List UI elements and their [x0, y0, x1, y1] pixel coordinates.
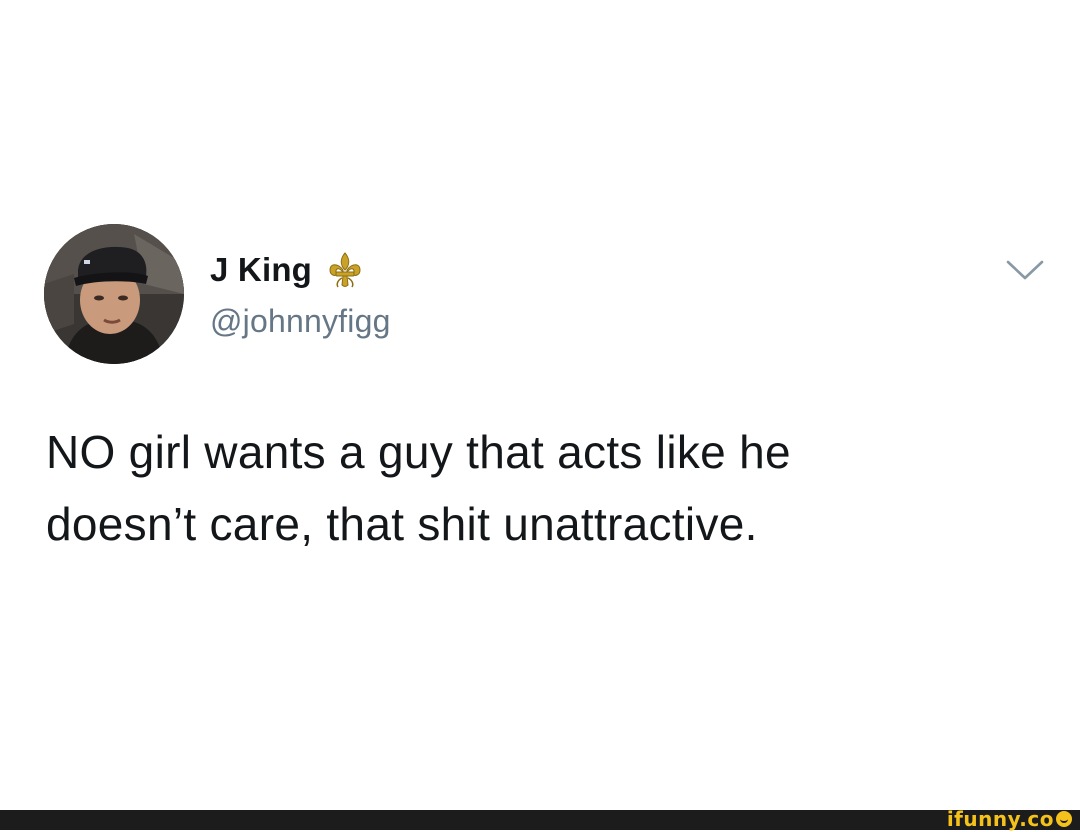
- tweet-text-line: doesn’t care, that shit unattractive.: [46, 498, 758, 550]
- watermark-text: ifunny.co: [946, 807, 1054, 831]
- avatar[interactable]: [44, 224, 184, 364]
- ifunny-watermark: ifunny.co: [947, 806, 1072, 832]
- tweet-text: NO girl wants a guy that acts like he do…: [46, 416, 1036, 560]
- watermark-bar: ifunny.co: [0, 807, 1080, 831]
- display-name[interactable]: J King: [210, 251, 312, 289]
- user-handle[interactable]: @johnnyfigg: [210, 303, 391, 340]
- avatar-photo: [44, 224, 184, 364]
- tweet-text-line: NO girl wants a guy that acts like he: [46, 426, 791, 478]
- smiley-icon: [1056, 811, 1072, 827]
- tweet-card: J King @johnnyfigg NO girl wants a guy t…: [0, 0, 1080, 810]
- chevron-down-icon[interactable]: [1004, 254, 1046, 284]
- author-info: J King: [210, 248, 362, 292]
- fleur-de-lis-icon: [328, 251, 362, 289]
